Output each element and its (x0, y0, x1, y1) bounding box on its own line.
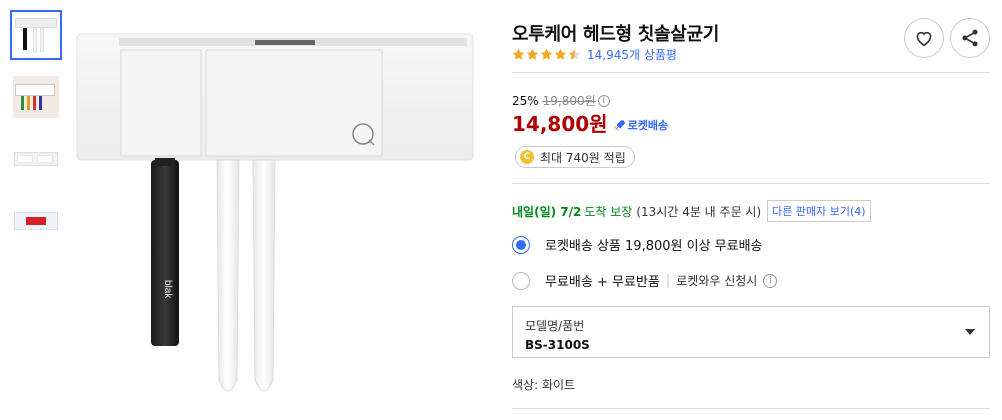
model-select-dropdown[interactable]: 모델명/품번 BS-3100S (512, 306, 990, 358)
shipping-option-1[interactable]: 로켓배송 상품 19,800원 이상 무료배송 (512, 235, 763, 254)
star-full-icon (526, 48, 539, 60)
thumbnail-2[interactable] (10, 72, 62, 122)
shipping-option-sub: 로켓와우 신청시 (676, 274, 758, 288)
radio-button-selected[interactable] (512, 235, 530, 254)
star-rating (512, 48, 582, 61)
thumbnail-image (13, 138, 59, 180)
reward-text: 최대 740원 적립 (540, 150, 626, 165)
main-product-image: blak (75, 10, 475, 410)
info-icon[interactable]: i (597, 94, 610, 107)
discount-rate: 25% (512, 93, 539, 108)
star-full-icon (512, 48, 525, 60)
star-full-icon (540, 48, 553, 60)
delivery-info: 내일(일) 7/2 도착 보장 (13시간 4분 내 주문 시) 다른 판매자 … (512, 200, 871, 222)
star-full-icon (554, 48, 567, 60)
brand-text: blak (162, 280, 173, 299)
star-half-icon (568, 48, 581, 60)
product-title: 오투케어 헤드형 칫솔살균기 (512, 24, 720, 45)
sale-price: 14,800원 (512, 112, 608, 136)
coin-icon: C (520, 150, 534, 164)
heart-icon (916, 31, 932, 47)
shipping-option-label: 로켓배송 상품 19,800원 이상 무료배송 (545, 239, 763, 254)
price-row: 14,800원 로켓배송 (512, 108, 668, 137)
thumbnail-list (10, 10, 62, 258)
rocket-delivery-badge: 로켓배송 (613, 117, 669, 133)
thumbnail-image (13, 200, 59, 242)
caret-down-icon (965, 329, 975, 335)
thumbnail-1[interactable] (10, 10, 62, 60)
rating-row[interactable]: 14,945개 상품평 (512, 46, 677, 63)
info-icon[interactable]: i (763, 273, 778, 288)
review-count-link[interactable]: 14,945개 상품평 (587, 46, 677, 63)
shipping-option-2[interactable]: 무료배송 + 무료반품 | 로켓와우 신청시 i (512, 271, 778, 290)
radio-button[interactable] (512, 271, 530, 290)
product-info-panel: 오투케어 헤드형 칫솔살균기 14,945개 상품평 25% 19,800원 i… (512, 0, 992, 420)
divider (512, 183, 990, 184)
share-button[interactable] (950, 18, 990, 58)
share-icon (962, 29, 978, 47)
rocket-delivery-label: 로켓배송 (627, 119, 669, 132)
separator: | (665, 273, 671, 288)
rocket-icon (613, 120, 625, 131)
select-label: 모델명/품번 (525, 319, 585, 333)
order-deadline: (13시간 4분 내 주문 시) (636, 204, 762, 219)
other-sellers-button[interactable]: 다른 판매자 보기(4) (767, 200, 871, 222)
color-option: 색상: 화이트 (512, 378, 576, 392)
shipping-option-label: 무료배송 + 무료반품 (545, 275, 660, 290)
original-price: 19,800원 (542, 94, 596, 108)
divider (512, 72, 990, 73)
thumbnail-image (13, 76, 59, 118)
discount-row: 25% 19,800원 i (512, 92, 610, 109)
thumbnail-3[interactable] (10, 134, 62, 184)
reward-badge: C 최대 740원 적립 (515, 146, 635, 168)
thumbnail-4[interactable] (10, 196, 62, 246)
favorite-button[interactable] (904, 18, 944, 58)
thumbnail-image (13, 14, 59, 56)
toothbrush-sterilizer-illustration: blak (76, 33, 474, 392)
arrival-date: 내일(일) 7/2 (512, 204, 582, 219)
divider (512, 408, 990, 409)
select-value: BS-3100S (525, 338, 590, 352)
arrival-guarantee: 도착 보장 (584, 204, 633, 219)
